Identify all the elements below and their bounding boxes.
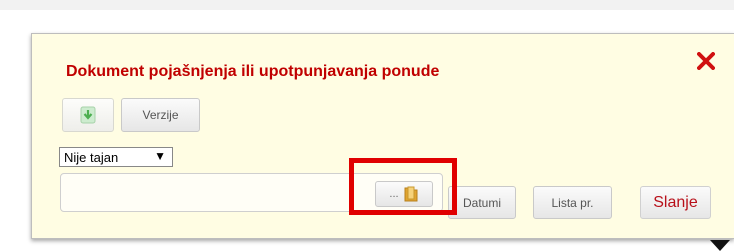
chevron-down-icon: ▼ [154,149,166,163]
browse-label: ... [389,188,399,200]
send-button[interactable]: Slanje [640,186,711,219]
versions-button[interactable]: Verzije [121,98,200,132]
dialog-title: Dokument pojašnjenja ili upotpunjavanja … [66,63,440,80]
corner-pointer [710,240,730,251]
dates-button[interactable]: Datumi [448,186,516,219]
document-dialog: Dokument pojašnjenja ili upotpunjavanja … [31,33,734,239]
download-button[interactable] [62,98,114,132]
download-arrow-icon [80,106,96,124]
folder-icon [404,186,418,202]
close-x-icon [697,52,715,70]
select-value: Nije tajan [64,149,119,165]
close-button[interactable] [695,50,717,72]
top-strip [0,0,734,10]
classification-select[interactable]: Nije tajan ▼ [59,147,173,167]
browse-button[interactable]: ... [375,181,433,207]
list-button[interactable]: Lista pr. [533,186,612,219]
